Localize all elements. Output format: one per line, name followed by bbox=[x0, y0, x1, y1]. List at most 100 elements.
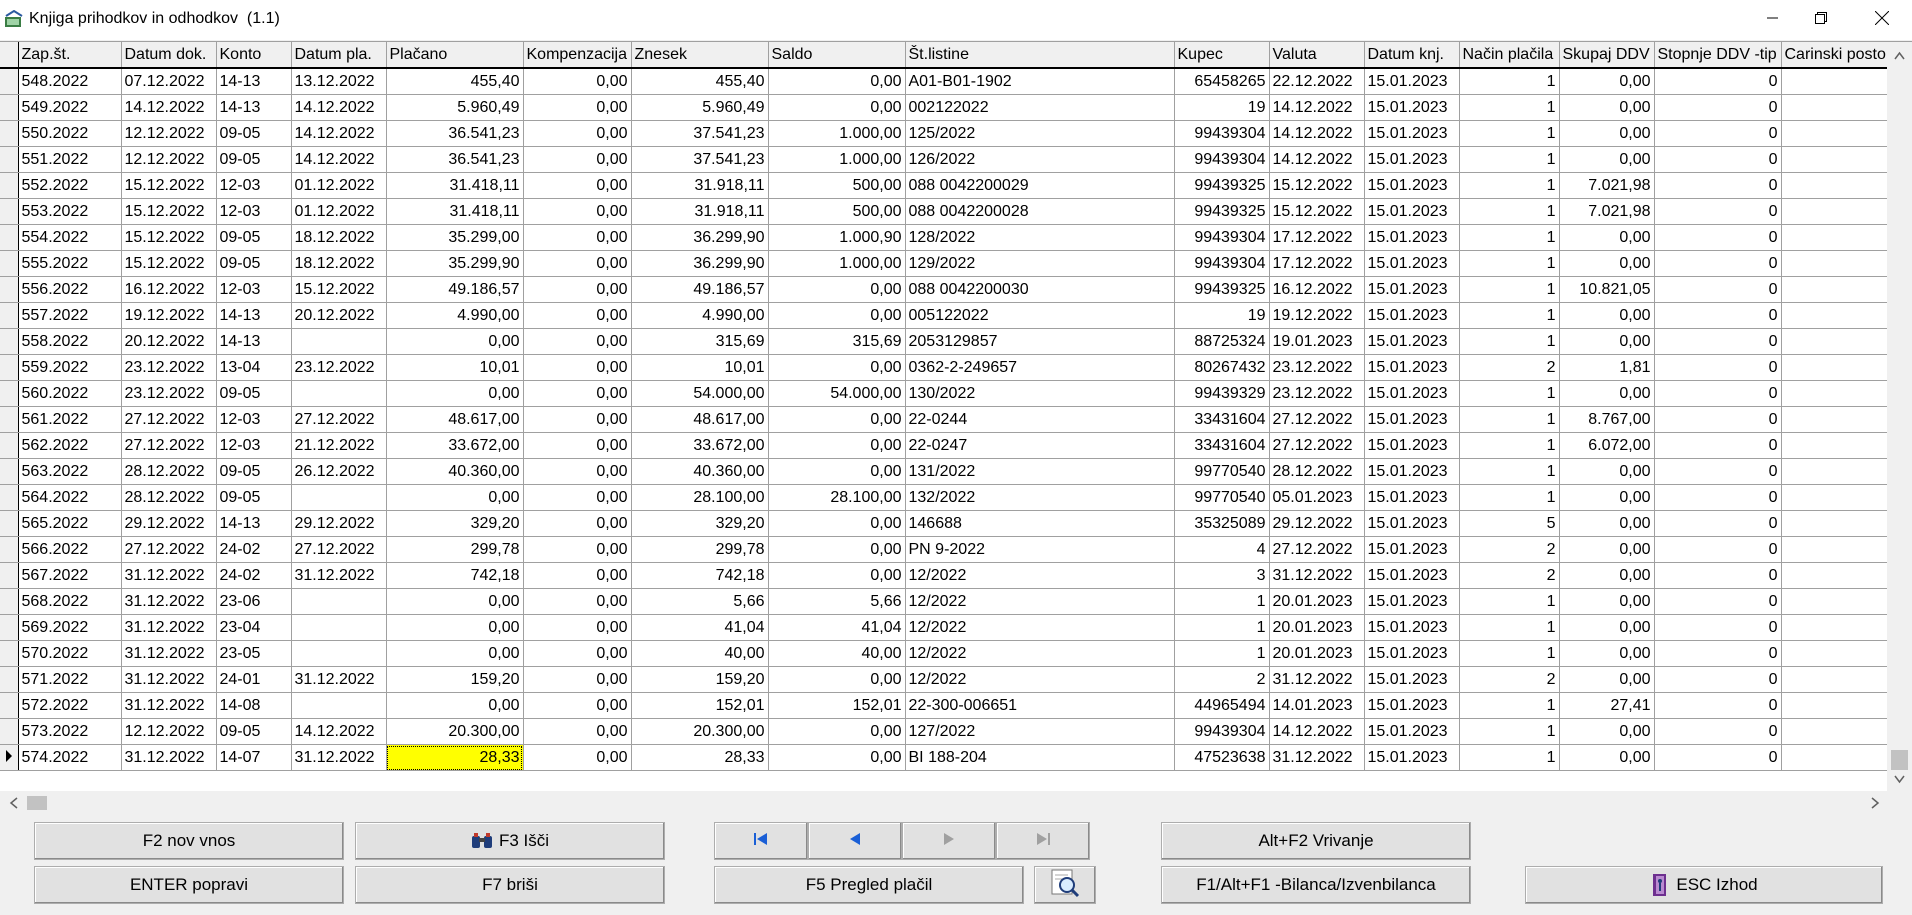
table-cell[interactable]: 552.2022 bbox=[18, 172, 122, 199]
table-cell[interactable]: 559.2022 bbox=[18, 354, 122, 381]
table-cell[interactable]: 05.01.2023 bbox=[1269, 484, 1365, 511]
table-cell[interactable]: 742,18 bbox=[386, 562, 524, 589]
table-cell[interactable]: 0 bbox=[1654, 380, 1782, 407]
table-cell[interactable]: 14-13 bbox=[216, 302, 292, 329]
table-cell[interactable]: 0,00 bbox=[1559, 536, 1655, 563]
table-cell[interactable]: 24-01 bbox=[216, 666, 292, 693]
table-cell[interactable]: 21.12.2022 bbox=[291, 432, 387, 459]
table-cell[interactable]: 159,20 bbox=[386, 666, 524, 693]
table-cell[interactable]: 005122022 bbox=[905, 302, 1175, 329]
table-cell[interactable] bbox=[1781, 536, 1890, 563]
table-cell[interactable]: 09-05 bbox=[216, 718, 292, 745]
table-cell[interactable]: 09-05 bbox=[216, 250, 292, 277]
table-cell[interactable] bbox=[1781, 458, 1890, 485]
table-cell[interactable]: 19.01.2023 bbox=[1269, 328, 1365, 355]
table-cell[interactable]: 0,00 bbox=[1559, 718, 1655, 745]
row-indicator[interactable] bbox=[0, 354, 19, 381]
table-cell[interactable]: 2 bbox=[1459, 666, 1560, 693]
payments-overview-button[interactable]: F5 Pregled plačil bbox=[714, 866, 1024, 904]
table-cell[interactable] bbox=[1781, 406, 1890, 433]
table-cell[interactable]: 0 bbox=[1654, 640, 1782, 667]
table-cell[interactable] bbox=[291, 484, 387, 511]
table-cell[interactable]: 09-05 bbox=[216, 120, 292, 147]
table-cell[interactable]: 36.541,23 bbox=[386, 120, 524, 147]
table-cell[interactable]: 6.072,00 bbox=[1559, 432, 1655, 459]
table-cell[interactable]: 12/2022 bbox=[905, 640, 1175, 667]
table-cell[interactable]: 1 bbox=[1459, 380, 1560, 407]
table-cell[interactable] bbox=[1781, 510, 1890, 537]
row-indicator[interactable] bbox=[0, 224, 19, 251]
last-record-button[interactable] bbox=[996, 822, 1090, 860]
table-cell[interactable]: 0,00 bbox=[523, 562, 632, 589]
table-cell[interactable]: 0,00 bbox=[523, 718, 632, 745]
table-cell[interactable]: 47523638 bbox=[1174, 744, 1270, 771]
column-header[interactable]: Plačano bbox=[386, 42, 524, 69]
table-cell[interactable]: 12.12.2022 bbox=[121, 718, 217, 745]
table-cell[interactable] bbox=[1781, 328, 1890, 355]
table-cell[interactable]: 99439329 bbox=[1174, 380, 1270, 407]
table-row[interactable]: 549.2022 14.12.2022 14-13 14.12.2022 5.960,4… bbox=[0, 94, 1890, 121]
table-cell[interactable]: 15.12.2022 bbox=[291, 276, 387, 303]
table-cell[interactable]: 5.960,49 bbox=[386, 94, 524, 121]
table-cell[interactable]: 0 bbox=[1654, 744, 1782, 771]
table-cell[interactable]: 299,78 bbox=[386, 536, 524, 563]
table-cell[interactable] bbox=[1781, 562, 1890, 589]
table-cell[interactable]: 31.12.2022 bbox=[121, 666, 217, 693]
table-cell[interactable]: 0 bbox=[1654, 614, 1782, 641]
table-cell[interactable]: 12-03 bbox=[216, 198, 292, 225]
table-cell[interactable]: 14-08 bbox=[216, 692, 292, 719]
table-cell[interactable]: 128/2022 bbox=[905, 224, 1175, 251]
table-cell[interactable]: 27.12.2022 bbox=[291, 536, 387, 563]
table-cell[interactable] bbox=[1781, 94, 1890, 121]
table-cell[interactable]: 15.01.2023 bbox=[1364, 484, 1460, 511]
table-cell[interactable]: 15.01.2023 bbox=[1364, 146, 1460, 173]
table-cell[interactable]: 99439325 bbox=[1174, 172, 1270, 199]
table-cell[interactable]: 500,00 bbox=[768, 172, 906, 199]
table-cell[interactable]: 129/2022 bbox=[905, 250, 1175, 277]
table-cell[interactable]: 12-03 bbox=[216, 432, 292, 459]
table-cell[interactable]: 15.12.2022 bbox=[1269, 172, 1365, 199]
table-cell[interactable]: 88725324 bbox=[1174, 328, 1270, 355]
table-cell[interactable]: 564.2022 bbox=[18, 484, 122, 511]
table-cell[interactable]: 99439304 bbox=[1174, 250, 1270, 277]
table-cell[interactable]: 24-02 bbox=[216, 562, 292, 589]
table-cell[interactable] bbox=[1781, 666, 1890, 693]
table-cell[interactable]: 15.12.2022 bbox=[121, 224, 217, 251]
table-cell[interactable]: 088 0042200028 bbox=[905, 198, 1175, 225]
table-cell[interactable]: 1 bbox=[1459, 276, 1560, 303]
table-cell[interactable]: 0,00 bbox=[1559, 146, 1655, 173]
table-cell[interactable]: 0,00 bbox=[523, 484, 632, 511]
row-indicator[interactable] bbox=[0, 640, 19, 667]
table-cell[interactable]: 33431604 bbox=[1174, 432, 1270, 459]
table-cell[interactable] bbox=[1781, 302, 1890, 329]
table-cell[interactable] bbox=[1781, 614, 1890, 641]
table-cell[interactable]: 1 bbox=[1459, 68, 1560, 95]
table-row[interactable]: 569.2022 31.12.2022 23-04 0,00 0,00 41,04 41,0… bbox=[0, 614, 1890, 641]
table-cell[interactable]: 0,00 bbox=[1559, 250, 1655, 277]
table-cell[interactable]: 10,01 bbox=[631, 354, 769, 381]
table-cell[interactable]: 1 bbox=[1459, 328, 1560, 355]
table-cell[interactable]: 1 bbox=[1459, 146, 1560, 173]
table-cell[interactable]: 125/2022 bbox=[905, 120, 1175, 147]
row-indicator[interactable] bbox=[0, 458, 19, 485]
table-cell[interactable]: 0,00 bbox=[386, 614, 524, 641]
table-cell[interactable]: 0,00 bbox=[1559, 380, 1655, 407]
table-cell[interactable] bbox=[1781, 432, 1890, 459]
table-cell[interactable]: 31.12.2022 bbox=[1269, 744, 1365, 771]
table-cell[interactable]: 1 bbox=[1459, 302, 1560, 329]
column-header[interactable]: Način plačila bbox=[1459, 42, 1560, 69]
table-cell[interactable]: 1.000,00 bbox=[768, 146, 906, 173]
table-cell[interactable]: 09-05 bbox=[216, 458, 292, 485]
table-cell[interactable]: 556.2022 bbox=[18, 276, 122, 303]
table-row[interactable]: 568.2022 31.12.2022 23-06 0,00 0,00 5,66 5,66 1… bbox=[0, 588, 1890, 615]
table-cell[interactable]: 0,00 bbox=[523, 224, 632, 251]
table-cell[interactable]: 12.12.2022 bbox=[121, 146, 217, 173]
table-cell[interactable]: 23.12.2022 bbox=[291, 354, 387, 381]
table-cell[interactable]: 20.12.2022 bbox=[291, 302, 387, 329]
table-cell[interactable]: 0,00 bbox=[386, 640, 524, 667]
table-cell[interactable]: 0,00 bbox=[768, 510, 906, 537]
table-cell[interactable]: 40,00 bbox=[631, 640, 769, 667]
table-cell[interactable]: 15.01.2023 bbox=[1364, 510, 1460, 537]
table-cell[interactable]: 0,00 bbox=[768, 432, 906, 459]
table-cell[interactable]: 7.021,98 bbox=[1559, 172, 1655, 199]
